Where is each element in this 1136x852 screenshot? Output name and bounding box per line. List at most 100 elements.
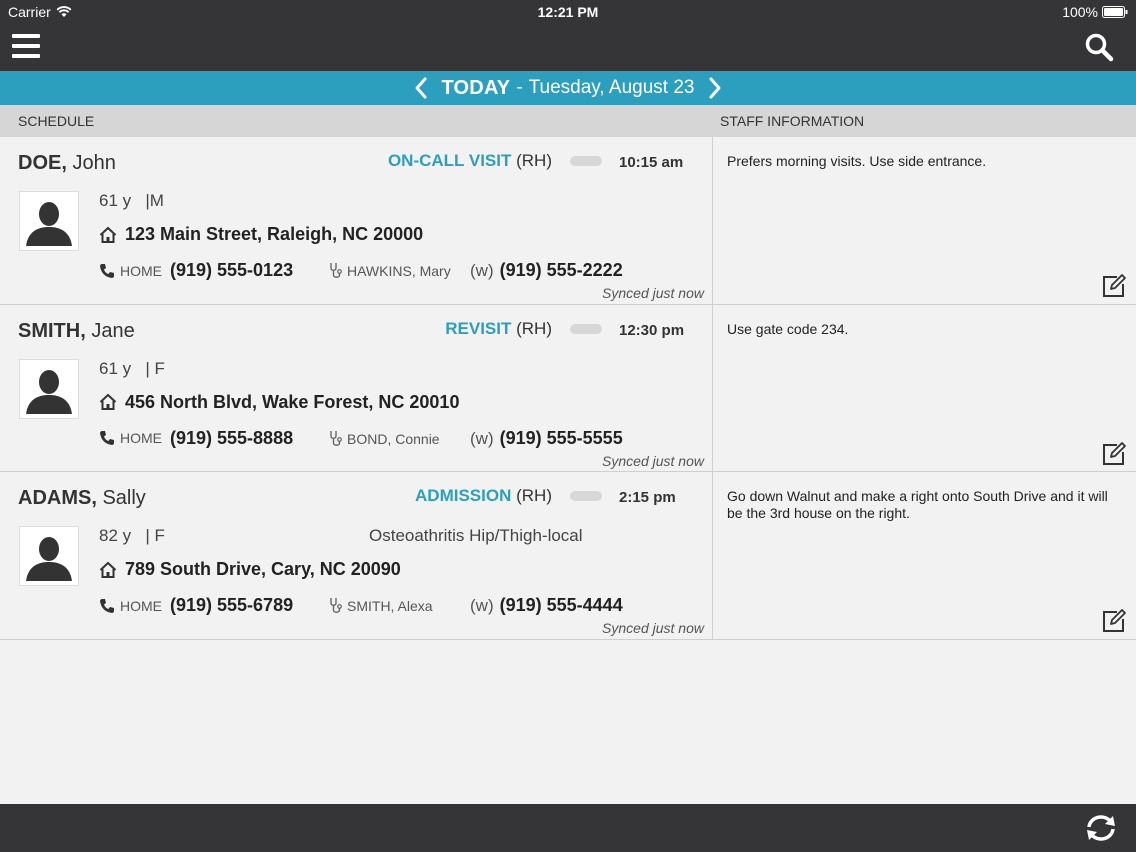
home-phone[interactable]: HOME (919) 555-6789 <box>99 595 293 616</box>
top-bar: Carrier 12:21 PM 100% <box>0 0 1136 71</box>
refresh-icon[interactable] <box>1084 813 1118 843</box>
person-silhouette-icon <box>20 192 78 250</box>
hamburger-menu-icon[interactable] <box>12 34 40 60</box>
staff-member: SMITH, Alexa <box>329 597 433 615</box>
staff-info-cell: Prefers morning visits. Use side entranc… <box>714 137 1136 304</box>
sync-status: Synced just now <box>602 620 704 636</box>
next-day-chevron-icon[interactable] <box>706 76 724 100</box>
visit-type-label: ADMISSION <box>415 486 512 505</box>
column-header-row: SCHEDULE STAFF INFORMATION <box>0 105 1136 137</box>
date-navigation: TODAY - Tuesday, August 23 <box>0 71 1136 105</box>
home-icon <box>99 393 117 410</box>
staff-note: Use gate code 234. <box>727 320 849 337</box>
home-icon <box>99 226 117 243</box>
status-pill <box>570 491 602 501</box>
visit-row[interactable]: DOE, John ON-CALL VISIT (RH) 10:15 am 61… <box>0 137 1136 305</box>
visit-code: (RH) <box>516 318 552 338</box>
staff-name: HAWKINS, Mary <box>347 263 451 279</box>
stethoscope-icon <box>330 263 342 278</box>
patient-last-name: SMITH, <box>18 319 86 342</box>
patient-demographics: 61 y | F <box>99 359 165 379</box>
battery-info: 100% <box>1062 4 1128 20</box>
search-icon[interactable] <box>1084 32 1114 62</box>
patient-name: DOE, John <box>18 152 116 175</box>
visit-type-label: REVISIT <box>445 318 512 338</box>
status-pill <box>570 156 602 166</box>
patient-demographics: 61 y |M <box>99 191 164 211</box>
app-root: Carrier 12:21 PM 100% TODAY - Tuesday, A… <box>0 0 1136 852</box>
staff-note: Go down Walnut and make a right onto Sou… <box>727 488 1108 521</box>
address-text: 789 South Drive, Cary, NC 20090 <box>125 559 401 579</box>
status-time: 12:21 PM <box>537 4 599 20</box>
patient-first-name: Sally <box>102 487 146 509</box>
patient-age: 61 y <box>99 358 132 378</box>
bottom-toolbar <box>0 804 1136 852</box>
avatar <box>19 191 79 251</box>
patient-age: 82 y <box>99 526 132 545</box>
staff-info-cell: Go down Walnut and make a right onto Sou… <box>714 472 1136 639</box>
visit-code: (RH) <box>516 151 552 170</box>
home-phone[interactable]: HOME (919) 555-0123 <box>99 260 293 281</box>
stethoscope-icon <box>330 430 342 446</box>
visit-type-label: ON-CALL VISIT <box>387 151 512 170</box>
address-text: 123 Main Street, Raleigh, NC 20000 <box>125 224 424 244</box>
patient-sex: |M <box>145 191 164 210</box>
staff-name: BOND, Connie <box>347 430 440 447</box>
staff-name: SMITH, Alexa <box>347 598 433 614</box>
person-silhouette-icon <box>20 527 78 585</box>
status-bar: Carrier 12:21 PM 100% <box>0 0 1136 24</box>
sync-status: Synced just now <box>602 452 704 469</box>
visit-type: REVISIT (RH) <box>445 319 552 339</box>
battery-label: 100% <box>1062 4 1098 20</box>
phone-label: HOME <box>120 430 162 446</box>
schedule-cell: SMITH, Jane REVISIT (RH) 12:30 pm 61 y |… <box>0 304 713 471</box>
battery-icon <box>1102 6 1128 18</box>
sync-status: Synced just now <box>602 285 704 301</box>
work-phone-label: (w) <box>470 596 494 615</box>
today-label: TODAY <box>441 76 511 99</box>
visit-row[interactable]: SMITH, Jane REVISIT (RH) 12:30 pm 61 y |… <box>0 304 1136 472</box>
visit-type: ADMISSION (RH) <box>415 486 552 506</box>
edit-note-icon[interactable] <box>1101 273 1127 299</box>
date-separator: - <box>516 77 523 98</box>
work-phone-label: (w) <box>470 428 494 448</box>
staff-note: Prefers morning visits. Use side entranc… <box>727 153 987 169</box>
diagnosis: Osteoathritis Hip/Thigh-local <box>369 526 583 545</box>
visit-time: 12:30 pm <box>619 321 685 339</box>
schedule-column-header: SCHEDULE <box>18 113 95 129</box>
visit-row[interactable]: ADAMS, Sally ADMISSION (RH) 2:15 pm 82 y… <box>0 472 1136 640</box>
person-silhouette-icon <box>20 359 78 418</box>
visit-code: (RH) <box>516 486 552 505</box>
schedule-cell: DOE, John ON-CALL VISIT (RH) 10:15 am 61… <box>0 137 713 304</box>
phone-label: HOME <box>120 597 162 614</box>
stethoscope-icon <box>330 598 342 613</box>
visit-time: 2:15 pm <box>619 489 676 506</box>
visit-type: ON-CALL VISIT (RH) <box>388 151 552 171</box>
staff-info-cell: Use gate code 234. <box>714 305 1136 472</box>
work-phone-label: (w) <box>470 261 494 280</box>
current-date: Tuesday, August 23 <box>528 77 695 98</box>
patient-address[interactable]: 789 South Drive, Cary, NC 20090 <box>99 559 401 580</box>
patient-first-name: Jane <box>91 319 135 342</box>
patient-age: 61 y <box>99 191 132 210</box>
work-phone[interactable]: (w) (919) 555-4444 <box>470 595 623 616</box>
work-phone[interactable]: (w) (919) 555-5555 <box>470 428 623 449</box>
empty-list-area <box>0 640 1136 804</box>
phone-icon <box>100 598 114 613</box>
patient-address[interactable]: 123 Main Street, Raleigh, NC 20000 <box>99 224 423 245</box>
patient-last-name: ADAMS, <box>18 487 97 509</box>
home-phone[interactable]: HOME (919) 555-8888 <box>99 428 293 449</box>
prev-day-chevron-icon[interactable] <box>412 76 430 100</box>
patient-address[interactable]: 456 North Blvd, Wake Forest, NC 20010 <box>99 392 459 413</box>
phone-label: HOME <box>120 262 162 279</box>
work-phone-number: (919) 555-2222 <box>499 260 623 280</box>
patient-sex: | F <box>145 526 165 545</box>
avatar <box>19 358 79 419</box>
status-pill <box>570 323 602 334</box>
edit-note-icon[interactable] <box>1101 441 1127 467</box>
work-phone-number: (919) 555-4444 <box>499 595 623 615</box>
staff-member: BOND, Connie <box>329 430 440 448</box>
work-phone[interactable]: (w) (919) 555-2222 <box>470 260 623 281</box>
edit-note-icon[interactable] <box>1101 608 1127 634</box>
visit-time: 10:15 am <box>619 154 684 171</box>
